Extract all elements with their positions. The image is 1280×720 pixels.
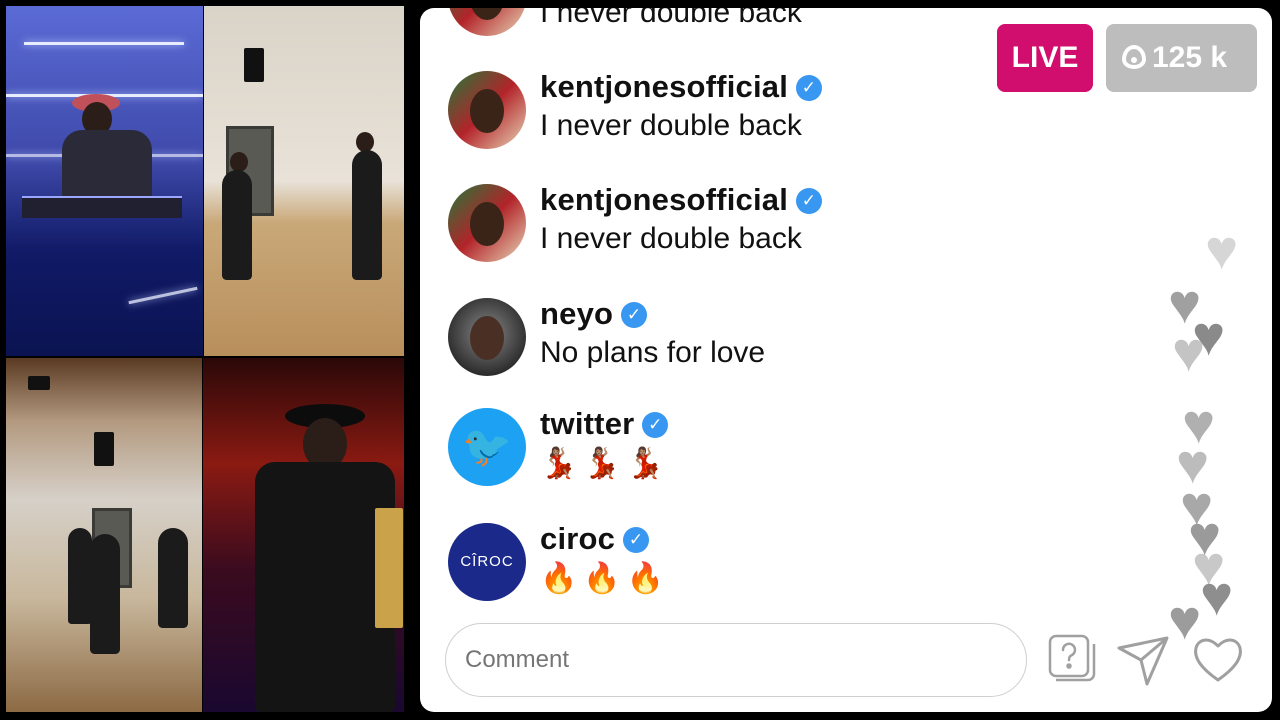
- comment-username[interactable]: neyo ✓: [540, 296, 648, 332]
- dancer-head: [356, 132, 374, 152]
- heart-icon: ♥: [1200, 564, 1234, 627]
- comment-input[interactable]: [445, 623, 1027, 697]
- viewer-count: 125 k: [1152, 41, 1228, 74]
- verified-icon: ✓: [621, 302, 648, 328]
- neyo-avatar[interactable]: [448, 298, 526, 376]
- eye-icon: [1122, 45, 1146, 69]
- dancer-head: [230, 152, 248, 172]
- neon-light: [128, 286, 198, 305]
- video-tile-dj[interactable]: [6, 6, 203, 356]
- studio-rack: [375, 508, 403, 628]
- live-chat-panel: I never double back kentjonesofficial ✓ I…: [420, 8, 1272, 712]
- speaker: [94, 432, 114, 466]
- heart-icon: ♥: [1172, 320, 1206, 383]
- video-grid: [6, 6, 404, 712]
- twitter-bird-icon: 🐦: [462, 425, 512, 469]
- comment-username[interactable]: kentjonesofficial ✓: [540, 182, 823, 218]
- dj-deck: [22, 196, 182, 218]
- speaker: [244, 48, 264, 82]
- dancer: [68, 528, 92, 624]
- like-heart-icon[interactable]: [1188, 630, 1248, 690]
- heart-icon: ♥: [1205, 218, 1239, 281]
- lamp: [28, 376, 50, 390]
- comment-username[interactable]: kentjonesofficial ✓: [540, 69, 823, 105]
- verified-icon: ✓: [623, 527, 650, 553]
- viewer-count-badge[interactable]: 125 k: [1106, 24, 1257, 92]
- dancer: [222, 170, 252, 280]
- send-icon[interactable]: [1113, 630, 1173, 690]
- comment-message: No plans for love: [540, 336, 766, 369]
- video-tile-rehearsal[interactable]: [6, 358, 202, 712]
- dancer: [90, 534, 120, 654]
- kentjones-avatar[interactable]: [448, 71, 526, 149]
- verified-icon: ✓: [796, 188, 823, 214]
- dancer: [352, 150, 382, 280]
- comment-username[interactable]: twitter ✓: [540, 406, 669, 442]
- ciroc-logo[interactable]: CÎROC: [448, 523, 526, 601]
- comment-message: I never double back: [540, 8, 802, 29]
- dancer: [158, 528, 188, 628]
- kentjones-avatar[interactable]: [448, 8, 526, 36]
- live-badge: LIVE: [997, 24, 1093, 92]
- question-icon[interactable]: [1042, 630, 1102, 690]
- neon-light: [24, 42, 184, 45]
- comment-message: I never double back: [540, 109, 802, 142]
- video-tile-performer[interactable]: [203, 358, 404, 712]
- dj-body: [62, 130, 152, 206]
- comment-message: I never double back: [540, 222, 802, 255]
- verified-icon: ✓: [796, 75, 823, 101]
- verified-icon: ✓: [642, 412, 669, 438]
- video-tile-studio[interactable]: [204, 6, 404, 356]
- kentjones-avatar[interactable]: [448, 184, 526, 262]
- performer-body: [255, 462, 395, 712]
- comment-message: 🔥🔥🔥: [540, 562, 671, 595]
- comment-message: 💃🏽💃🏽💃🏽: [540, 447, 671, 480]
- comment-username[interactable]: ciroc ✓: [540, 521, 650, 557]
- twitter-logo[interactable]: 🐦: [448, 408, 526, 486]
